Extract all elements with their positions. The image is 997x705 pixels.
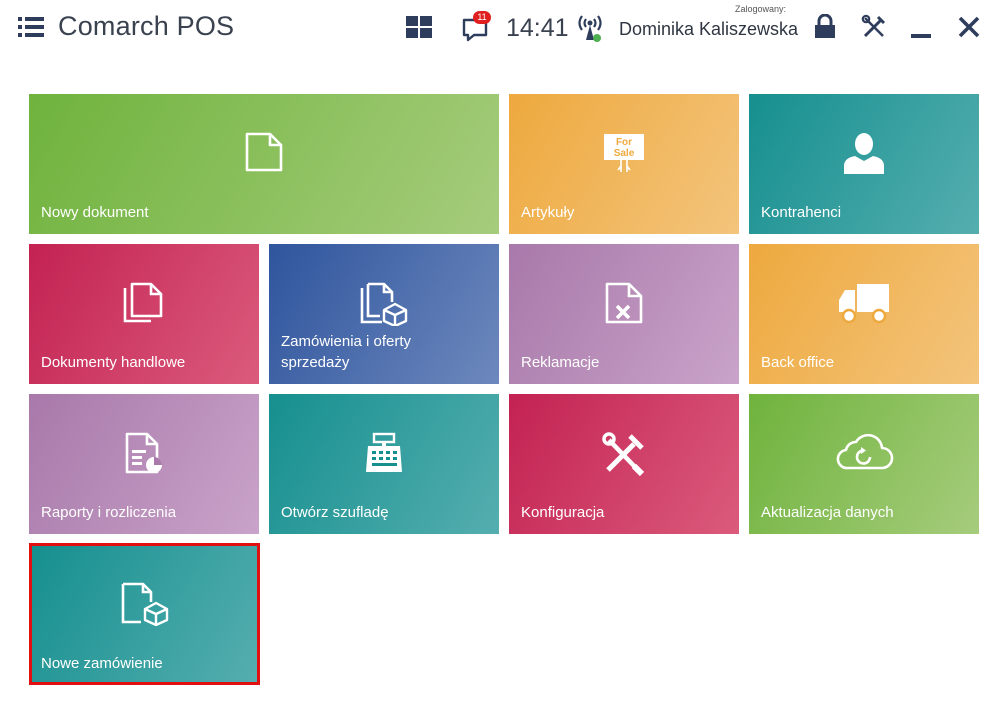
truck-icon <box>839 284 889 324</box>
document-icon <box>245 132 283 172</box>
tile-orders-offers[interactable]: Zamówienia i oferty sprzedaży <box>269 244 499 384</box>
minimize-icon[interactable] <box>909 14 933 40</box>
report-chart-icon <box>125 432 162 474</box>
tools-icon[interactable] <box>861 14 887 40</box>
tile-label: Artykuły <box>521 204 575 221</box>
tile-label: Raporty i rozliczenia <box>41 504 177 521</box>
signal-icon[interactable] <box>577 12 603 44</box>
tile-label: Reklamacje <box>521 354 600 371</box>
title-bar: Comarch POS 11 14:41 Zalogowany: Dominik… <box>0 0 997 58</box>
app-title: Comarch POS <box>58 11 235 41</box>
cash-register-icon <box>366 432 402 472</box>
close-icon[interactable] <box>957 14 981 40</box>
wrench-screwdriver-icon <box>602 432 645 476</box>
tile-back-office[interactable]: Back office <box>749 244 979 384</box>
document-box-icon <box>121 582 168 626</box>
tile-label: Dokumenty handlowe <box>41 354 186 371</box>
tile-trade-documents[interactable]: Dokumenty handlowe <box>29 244 259 384</box>
user-name: Dominika Kaliszewska <box>619 19 799 39</box>
document-cancel-icon <box>605 282 643 324</box>
tile-data-update[interactable]: Aktualizacja danych <box>749 394 979 534</box>
for-sale-sign-icon: For Sale <box>604 134 644 172</box>
tile-new-document[interactable]: Nowy dokument <box>29 94 499 234</box>
tile-label: Nowe zamówienie <box>41 655 163 672</box>
tile-contractors[interactable]: Kontrahenci <box>749 94 979 234</box>
tile-label: Kontrahenci <box>761 204 842 221</box>
logged-in-label: Zalogowany: <box>735 4 787 14</box>
menu-icon[interactable] <box>18 16 44 38</box>
documents-icon <box>123 282 163 323</box>
clock: 14:41 <box>506 14 569 42</box>
tile-articles[interactable]: For Sale Artykuły <box>509 94 739 234</box>
lock-icon[interactable] <box>813 14 837 38</box>
tile-reports[interactable]: Raporty i rozliczenia <box>29 394 259 534</box>
cloud-refresh-icon <box>836 433 894 470</box>
tile-label: Nowy dokument <box>41 204 149 221</box>
tile-label: Konfiguracja <box>521 504 605 521</box>
for-sale-line2: Sale <box>614 148 635 159</box>
notification-badge: 11 <box>473 11 491 24</box>
tile-configuration[interactable]: Konfiguracja <box>509 394 739 534</box>
tile-complaints[interactable]: Reklamacje <box>509 244 739 384</box>
tile-new-order[interactable]: Nowe zamówienie <box>29 543 260 685</box>
tiles-icon[interactable] <box>406 16 432 38</box>
tile-label: Zamówienia i oferty sprzedaży <box>281 333 412 371</box>
tile-label: Aktualizacja danych <box>761 504 894 521</box>
for-sale-line1: For <box>616 137 632 148</box>
tile-open-drawer[interactable]: Otwórz szufladę <box>269 394 499 534</box>
tile-label: Back office <box>761 354 835 371</box>
tile-label: Otwórz szufladę <box>281 504 389 521</box>
document-box-icon <box>360 282 408 326</box>
person-icon <box>844 133 884 174</box>
